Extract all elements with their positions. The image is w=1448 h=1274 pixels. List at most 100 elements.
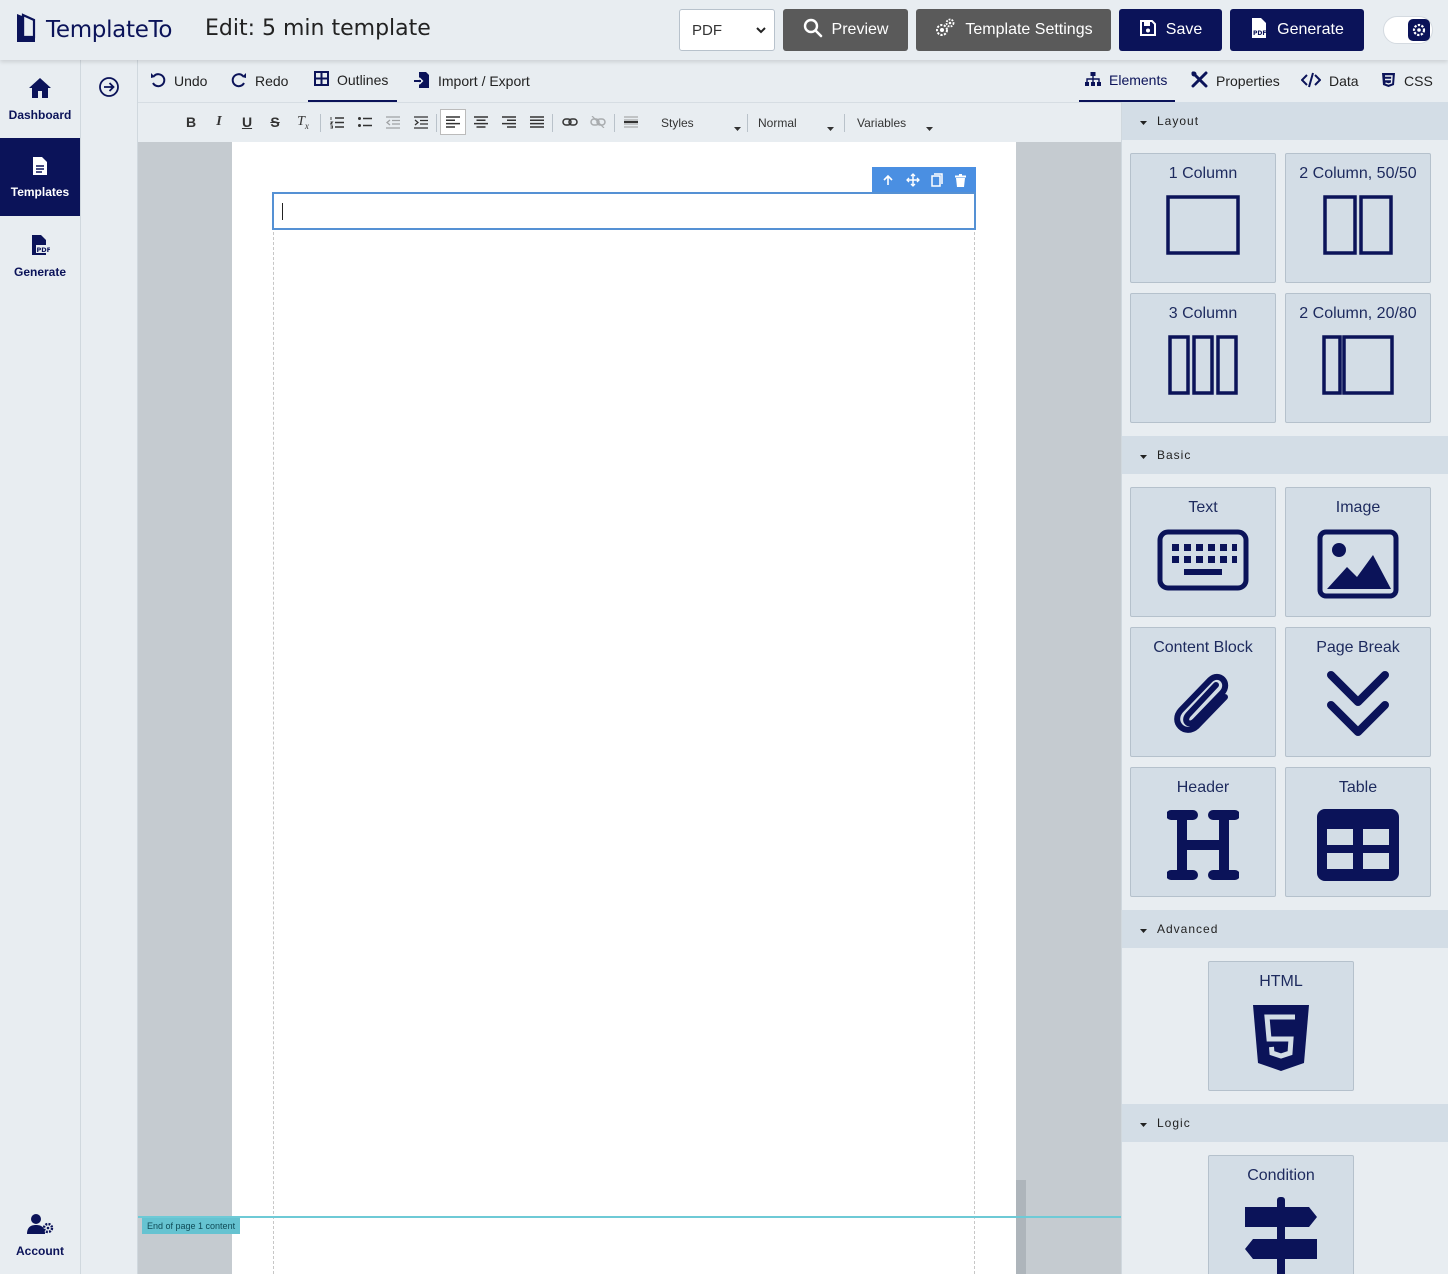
text-cursor (282, 203, 283, 220)
numbered-list-icon[interactable] (326, 111, 348, 133)
element-label: Table (1338, 779, 1378, 796)
svg-text:PDF: PDF (37, 246, 51, 254)
sidebar-item-account[interactable]: Account (0, 1196, 80, 1274)
page-end-label: End of page 1 content (142, 1218, 241, 1234)
save-button[interactable]: Save (1119, 9, 1222, 51)
align-left-icon[interactable] (440, 109, 466, 135)
sidebar-item-generate[interactable]: PDF Generate (0, 217, 80, 295)
two-column-icon (1323, 195, 1393, 255)
redo-button[interactable]: Redo (231, 60, 288, 102)
variables-dropdown-label: Variables (857, 116, 907, 130)
heading-icon (1167, 809, 1239, 881)
unlink-icon[interactable] (587, 111, 609, 133)
tab-properties-label: Properties (1216, 73, 1280, 89)
image-icon (1317, 529, 1399, 599)
align-right-icon[interactable] (498, 111, 520, 133)
caret-down-icon (1140, 114, 1147, 128)
page-scrollbar[interactable] (1016, 1180, 1026, 1274)
section-logic-header[interactable]: Logic (1122, 1104, 1448, 1142)
element-1-column[interactable]: 1 Column (1130, 153, 1276, 283)
template-settings-button[interactable]: Template Settings (916, 9, 1111, 51)
paperclip-icon (1170, 669, 1236, 743)
element-image[interactable]: Image (1285, 487, 1431, 617)
generate-button[interactable]: PDF Generate (1230, 9, 1364, 51)
preview-button[interactable]: Preview (783, 9, 908, 51)
toolbar-divider (614, 114, 615, 132)
import-export-button[interactable]: Import / Export (414, 60, 530, 102)
element-3-column[interactable]: 3 Column (1130, 293, 1276, 423)
element-2-column-50-50[interactable]: 2 Column, 50/50 (1285, 153, 1431, 283)
align-center-icon[interactable] (470, 111, 492, 133)
undo-button[interactable]: Undo (150, 60, 207, 102)
section-title: Logic (1157, 1116, 1191, 1130)
left-sidebar: Dashboard Templates PDF Generate Account (0, 60, 81, 1274)
logo-icon (14, 12, 38, 49)
styles-dropdown[interactable]: Styles (661, 103, 741, 143)
underline-button[interactable]: U (236, 111, 258, 133)
element-html[interactable]: HTML (1208, 961, 1354, 1091)
styles-dropdown-label: Styles (661, 116, 694, 130)
strikethrough-button[interactable]: S (264, 111, 286, 133)
element-condition[interactable]: Condition (1208, 1155, 1354, 1274)
paragraph-format-label: Normal (758, 116, 797, 130)
keyboard-icon (1157, 529, 1249, 591)
app-logo[interactable]: TemplateTo (14, 12, 172, 48)
tab-elements[interactable]: Elements (1079, 60, 1175, 102)
outdent-icon[interactable] (382, 111, 404, 133)
section-advanced-header[interactable]: Advanced (1122, 910, 1448, 948)
variables-dropdown[interactable]: Variables (857, 103, 933, 143)
bold-button[interactable]: B (180, 111, 202, 133)
copy-icon[interactable] (931, 173, 944, 187)
signpost-icon (1241, 1197, 1321, 1274)
page-title: Edit: 5 min template (205, 16, 431, 41)
section-basic-header[interactable]: Basic (1122, 436, 1448, 474)
arrow-up-icon[interactable] (882, 174, 894, 186)
tab-data[interactable]: Data (1300, 60, 1359, 102)
trash-icon[interactable] (955, 173, 967, 187)
sidebar-item-label: Account (16, 1243, 64, 1258)
caret-down-icon (827, 120, 834, 134)
paragraph-format-dropdown[interactable]: Normal (758, 103, 834, 143)
horizontal-line-icon[interactable] (620, 111, 642, 133)
sidebar-collapse-column (81, 60, 138, 1274)
move-icon[interactable] (905, 173, 920, 187)
link-icon[interactable] (559, 111, 581, 133)
element-2-column-20-80[interactable]: 2 Column, 20/80 (1285, 293, 1431, 423)
element-page-break[interactable]: Page Break (1285, 627, 1431, 757)
tab-css[interactable]: CSS (1381, 60, 1433, 102)
sidebar-item-label: Generate (13, 264, 67, 279)
element-label: Condition (1247, 1167, 1315, 1184)
top-bar: TemplateTo Edit: 5 min template PDF Prev… (0, 0, 1448, 60)
chevron-down-icon (756, 23, 766, 41)
tab-properties[interactable]: Properties (1191, 60, 1280, 102)
element-header[interactable]: Header (1130, 767, 1276, 897)
element-content-block[interactable]: Content Block (1130, 627, 1276, 757)
outlines-toggle[interactable]: Outlines (308, 60, 397, 102)
element-label: 2 Column, 50/50 (1299, 165, 1417, 182)
italic-button[interactable]: I (208, 111, 230, 133)
section-title: Advanced (1157, 922, 1219, 936)
element-table[interactable]: Table (1285, 767, 1431, 897)
one-column-icon (1166, 195, 1240, 255)
format-select[interactable]: PDF (679, 9, 775, 51)
text-block-selected[interactable] (272, 192, 976, 230)
expand-sidebar-button[interactable] (98, 76, 120, 103)
gears-icon (934, 18, 956, 43)
toolbar-divider (747, 114, 748, 132)
clear-format-button[interactable]: Tx (292, 111, 314, 133)
settings-toggle[interactable] (1383, 16, 1433, 44)
indent-icon[interactable] (410, 111, 432, 133)
bullet-list-icon[interactable] (354, 111, 376, 133)
table-icon (1317, 809, 1399, 881)
section-layout-header[interactable]: Layout (1122, 102, 1448, 140)
toolbar-divider (320, 114, 321, 132)
sidebar-item-templates[interactable]: Templates (0, 138, 80, 216)
document-page[interactable] (232, 142, 1016, 1274)
sidebar-item-dashboard[interactable]: Dashboard (0, 60, 80, 138)
element-text[interactable]: Text (1130, 487, 1276, 617)
align-justify-icon[interactable] (526, 111, 548, 133)
element-label: Page Break (1316, 639, 1400, 656)
editor-canvas: End of page 1 content (138, 142, 1121, 1274)
double-chevron-down-icon (1325, 669, 1391, 739)
element-label: 2 Column, 20/80 (1299, 305, 1417, 322)
